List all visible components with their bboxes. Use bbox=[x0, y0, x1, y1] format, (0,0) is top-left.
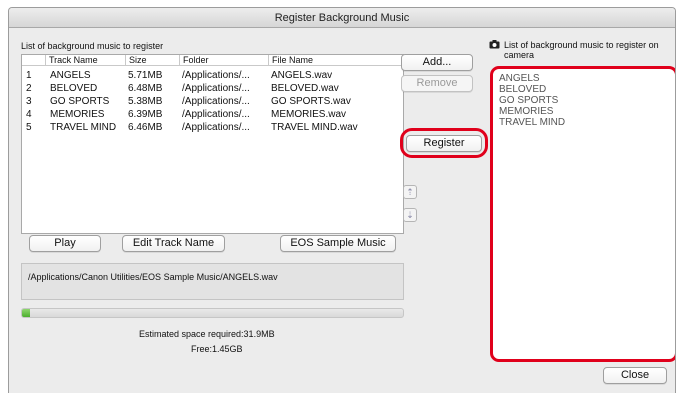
register-highlight bbox=[400, 128, 488, 158]
cell-size: 6.48MB bbox=[128, 83, 163, 94]
add-button[interactable]: Add... bbox=[401, 54, 473, 71]
cell-file-name: ANGELS.wav bbox=[271, 70, 333, 81]
column-header-file[interactable]: File Name bbox=[268, 55, 405, 66]
column-header-folder[interactable]: Folder bbox=[179, 55, 268, 66]
cell-row-number: 4 bbox=[26, 109, 32, 120]
column-header-number bbox=[22, 55, 45, 66]
table-header: Track Name Size Folder File Name bbox=[22, 55, 403, 66]
cell-file-name: TRAVEL MIND.wav bbox=[271, 122, 358, 133]
table-row[interactable]: 3 GO SPORTS 5.38MB/Applications/... GO SPOR… bbox=[22, 95, 403, 108]
left-section-label: List of background music to register bbox=[21, 41, 164, 51]
camera-list-item[interactable]: GO SPORTS bbox=[499, 95, 669, 106]
camera-music-list[interactable]: ANGELS BELOVED GO SPORTS MEMORIES TRAVEL MIN… bbox=[490, 66, 675, 362]
window-title: Register Background Music bbox=[9, 8, 675, 28]
cell-track-name: TRAVEL MIND bbox=[50, 122, 117, 133]
cell-row-number: 1 bbox=[26, 70, 32, 81]
register-music-window: Register Background Music List of backgr… bbox=[8, 7, 676, 393]
move-down-icon[interactable]: ⇣ bbox=[403, 208, 417, 222]
camera-list-item[interactable]: ANGELS bbox=[499, 73, 669, 84]
table-row[interactable]: 1 ANGELS 5.71MB/Applications/... ANGELS.wav bbox=[22, 69, 403, 82]
cell-track-name: BELOVED bbox=[50, 83, 98, 94]
cell-row-number: 5 bbox=[26, 122, 32, 133]
cell-row-number: 2 bbox=[26, 83, 32, 94]
right-section-label: List of background music to register on bbox=[504, 40, 659, 50]
camera-list-item[interactable]: TRAVEL MIND bbox=[499, 117, 669, 128]
cell-file-name: BELOVED.wav bbox=[271, 83, 339, 94]
cell-track-name: ANGELS bbox=[50, 70, 91, 81]
camera-icon bbox=[489, 40, 501, 50]
eos-sample-music-button[interactable]: EOS Sample Music bbox=[280, 235, 396, 252]
table-row[interactable]: 2 BELOVED 6.48MB/Applications/... BELOVED.w… bbox=[22, 82, 403, 95]
cell-track-name: GO SPORTS bbox=[50, 96, 110, 107]
camera-list-item[interactable]: MEMORIES bbox=[499, 106, 669, 117]
space-progress-fill bbox=[22, 309, 30, 317]
table-row[interactable]: 4 MEMORIES 6.39MB/Applications/... MEMORIES… bbox=[22, 108, 403, 121]
camera-list-item[interactable]: BELOVED bbox=[499, 84, 669, 95]
free-space-text: Free:1.45GB bbox=[191, 344, 243, 354]
cell-track-name: MEMORIES bbox=[50, 109, 105, 120]
cell-folder: /Applications/... bbox=[182, 122, 250, 133]
table-row[interactable]: 5 TRAVEL MIND 6.46MB/Applications/... TRAVE… bbox=[22, 121, 403, 134]
cell-file-name: MEMORIES.wav bbox=[271, 109, 347, 120]
move-up-icon[interactable]: ⇡ bbox=[403, 185, 417, 199]
space-progress-bar bbox=[21, 308, 404, 318]
cell-size: 6.39MB bbox=[128, 109, 163, 120]
cell-row-number: 3 bbox=[26, 96, 32, 107]
cell-folder: /Applications/... bbox=[182, 109, 250, 120]
file-path-display: /Applications/Canon Utilities/EOS Sample… bbox=[21, 263, 404, 300]
column-header-track[interactable]: Track Name bbox=[45, 55, 125, 66]
close-button[interactable]: Close bbox=[603, 367, 667, 384]
play-button[interactable]: Play bbox=[29, 235, 101, 252]
space-required-text: Estimated space required:31.9MB bbox=[139, 329, 275, 339]
cell-folder: /Applications/... bbox=[182, 83, 250, 94]
cell-size: 6.46MB bbox=[128, 122, 163, 133]
cell-folder: /Applications/... bbox=[182, 96, 250, 107]
column-header-size[interactable]: Size bbox=[125, 55, 179, 66]
remove-button[interactable]: Remove bbox=[401, 75, 473, 92]
music-table[interactable]: Track Name Size Folder File Name 1 ANGELS… bbox=[21, 54, 404, 234]
cell-folder: /Applications/... bbox=[182, 70, 250, 81]
cell-size: 5.38MB bbox=[128, 96, 163, 107]
right-section-label-camera: camera bbox=[504, 50, 535, 60]
edit-track-name-button[interactable]: Edit Track Name bbox=[122, 235, 225, 252]
cell-size: 5.71MB bbox=[128, 70, 163, 81]
cell-file-name: GO SPORTS.wav bbox=[271, 96, 351, 107]
